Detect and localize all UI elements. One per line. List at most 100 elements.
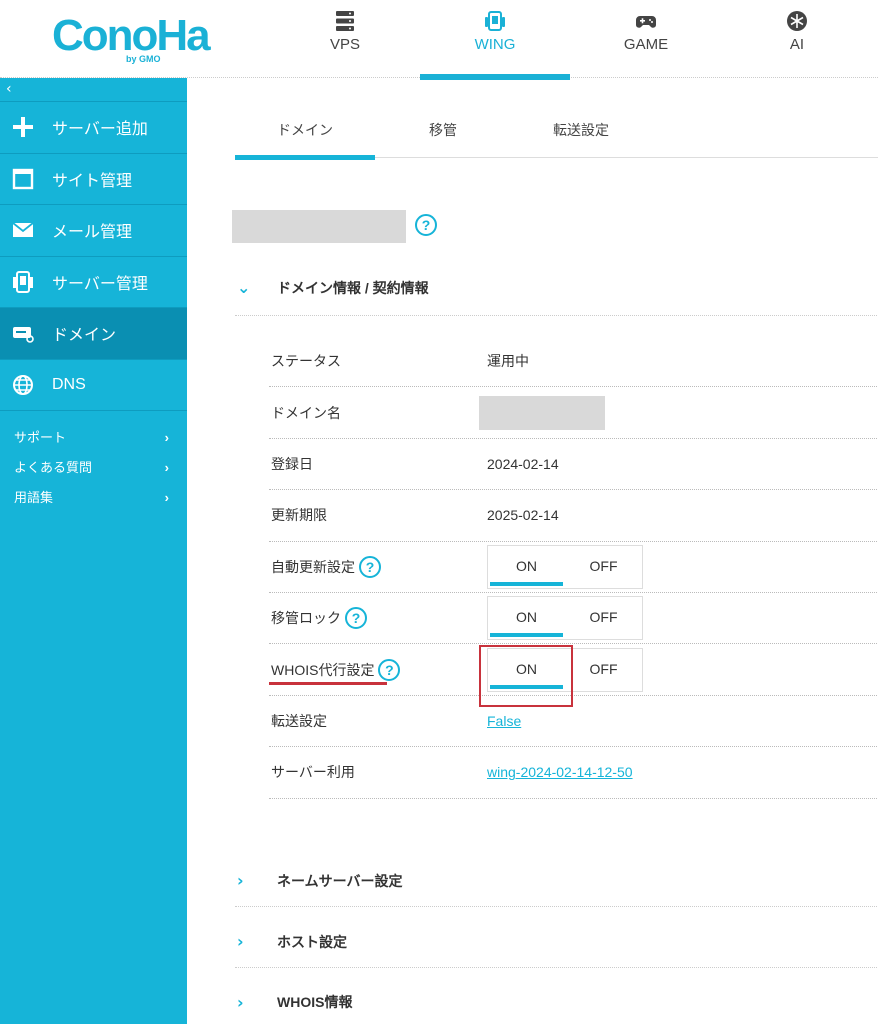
row-label: 更新期限 bbox=[271, 507, 327, 524]
sidebar-links: サポート › よくある質問 › 用語集 › bbox=[0, 411, 187, 517]
sidebar-item-add-server[interactable]: サーバー追加 bbox=[0, 102, 187, 154]
row-registered: 登録日 2024-02-14 bbox=[269, 439, 878, 491]
sidebar-link-label: 用語集 bbox=[14, 490, 54, 505]
row-label: サーバー利用 bbox=[271, 764, 355, 781]
row-renewal: 更新期限 2025-02-14 bbox=[269, 490, 878, 542]
row-label: 自動更新設定 ? bbox=[269, 555, 487, 578]
sidebar-link-glossary[interactable]: 用語集 › bbox=[14, 487, 175, 517]
transfer-lock-off-button[interactable]: OFF bbox=[565, 597, 642, 639]
row-status: ステータス 運用中 bbox=[269, 336, 878, 388]
window-icon bbox=[12, 168, 34, 189]
auto-renew-toggle-wrap: ON OFF bbox=[487, 544, 878, 589]
sidebar-item-label: サーバー管理 bbox=[52, 275, 148, 293]
sidebar-link-support[interactable]: サポート › bbox=[14, 427, 175, 457]
forwarding-value-wrap: False bbox=[487, 713, 878, 729]
main-content: ドメイン 移管 転送設定 ? ⌄ ドメイン情報 / 契約情報 ステータス 運用中… bbox=[187, 78, 878, 1024]
domain-name-value bbox=[479, 395, 878, 430]
row-server-use: サーバー利用 wing-2024-02-14-12-50 bbox=[269, 747, 878, 799]
logo-sub: by GMO bbox=[126, 54, 161, 64]
section-nameserver[interactable]: › ネームサーバー設定 bbox=[235, 855, 878, 907]
forwarding-link[interactable]: False bbox=[487, 713, 521, 729]
renewal-date: 2025-02-14 bbox=[487, 507, 559, 524]
chevron-right-icon: › bbox=[164, 430, 169, 445]
sidebar-item-dns[interactable]: DNS bbox=[0, 360, 187, 411]
auto-renew-toggle: ON OFF bbox=[487, 544, 643, 589]
server-use-link[interactable]: wing-2024-02-14-12-50 bbox=[487, 764, 633, 780]
chevron-right-icon: › bbox=[164, 490, 169, 505]
sidebar-item-label: サイト管理 bbox=[52, 172, 133, 190]
tablet-icon bbox=[485, 11, 505, 31]
nav-ai-label: AI bbox=[789, 36, 805, 53]
sidebar-item-mail-manage[interactable]: メール管理 bbox=[0, 205, 187, 257]
nav-vps-label: VPS bbox=[329, 36, 360, 53]
auto-renew-off-button[interactable]: OFF bbox=[565, 546, 642, 588]
sidebar-item-server-manage[interactable]: サーバー管理 bbox=[0, 257, 187, 308]
globe-icon bbox=[13, 374, 33, 395]
nav-vps[interactable]: VPS bbox=[270, 8, 420, 78]
section-title: ネームサーバー設定 bbox=[277, 872, 403, 889]
transfer-lock-on-button[interactable]: ON bbox=[488, 597, 565, 639]
mail-icon bbox=[12, 222, 34, 238]
help-icon[interactable]: ? bbox=[415, 214, 437, 236]
help-icon[interactable]: ? bbox=[359, 555, 381, 578]
server-use-value-wrap: wing-2024-02-14-12-50 bbox=[487, 764, 878, 780]
transfer-lock-toggle-wrap: ON OFF bbox=[487, 596, 878, 641]
tab-forwarding[interactable]: 転送設定 bbox=[511, 120, 651, 158]
row-whois-proxy: WHOIS代行設定 ? ON OFF bbox=[269, 644, 878, 696]
transfer-lock-toggle: ON OFF bbox=[487, 596, 643, 641]
domain-info-table: ステータス 運用中 ドメイン名 登録日 2024-02-14 更新期限 2025… bbox=[269, 336, 878, 799]
ai-icon bbox=[787, 11, 807, 31]
sidebar-item-site-manage[interactable]: サイト管理 bbox=[0, 154, 187, 205]
chevron-right-icon: › bbox=[164, 460, 169, 475]
server-icon bbox=[336, 11, 354, 31]
top-header: ConoHa by GMO VPS WING GAME AI bbox=[0, 0, 878, 80]
nav-game[interactable]: GAME bbox=[571, 8, 721, 78]
tab-domain[interactable]: ドメイン bbox=[235, 120, 375, 160]
plus-icon bbox=[13, 117, 33, 138]
whois-on-highlight-box bbox=[479, 645, 573, 707]
conoha-logo[interactable]: ConoHa by GMO bbox=[52, 10, 212, 66]
tab-transfer[interactable]: 移管 bbox=[373, 120, 513, 158]
row-domain-name: ドメイン名 bbox=[269, 387, 878, 439]
section-host[interactable]: › ホスト設定 bbox=[235, 916, 878, 968]
row-auto-renew: 自動更新設定 ? ON OFF bbox=[269, 542, 878, 593]
whois-proxy-label: WHOIS代行設定 bbox=[271, 661, 375, 678]
auto-renew-label: 自動更新設定 bbox=[271, 558, 355, 575]
help-icon[interactable]: ? bbox=[378, 658, 401, 681]
sidebar-link-label: サポート bbox=[14, 430, 67, 445]
whois-proxy-off-button[interactable]: OFF bbox=[565, 649, 642, 691]
auto-renew-on-button[interactable]: ON bbox=[488, 546, 565, 588]
sidebar-item-label: ドメイン bbox=[52, 327, 117, 345]
help-icon[interactable]: ? bbox=[345, 607, 367, 630]
chevron-right-icon: › bbox=[237, 871, 244, 890]
server-manage-icon bbox=[13, 270, 33, 293]
nav-game-label: GAME bbox=[623, 36, 669, 53]
status-value: 運用中 bbox=[487, 353, 529, 370]
section-title: ホスト設定 bbox=[277, 933, 347, 950]
row-label: 移管ロック ? bbox=[269, 607, 487, 630]
sidebar-item-domain[interactable]: ドメイン bbox=[0, 308, 187, 360]
nav-wing[interactable]: WING bbox=[420, 8, 570, 80]
whois-label-underline bbox=[269, 682, 387, 685]
nav-ai[interactable]: AI bbox=[722, 8, 872, 78]
sidebar-item-label: サーバー追加 bbox=[52, 121, 148, 139]
section-title: WHOIS情報 bbox=[277, 994, 353, 1010]
section-whois-info[interactable]: › WHOIS情報 bbox=[235, 976, 878, 1028]
chevron-right-icon: › bbox=[237, 992, 244, 1012]
chevron-down-icon: ⌄ bbox=[237, 278, 251, 297]
transfer-lock-label: 移管ロック bbox=[271, 610, 341, 627]
sidebar-collapse-button[interactable]: ‹ bbox=[0, 78, 187, 102]
domain-icon bbox=[13, 327, 34, 344]
sidebar-item-label: DNS bbox=[52, 375, 86, 393]
row-label: 転送設定 bbox=[271, 712, 327, 729]
tab-bar: ドメイン 移管 転送設定 bbox=[235, 116, 878, 160]
nav-wing-label: WING bbox=[474, 36, 516, 53]
chevron-right-icon: › bbox=[237, 932, 244, 951]
redacted-domain-name bbox=[479, 395, 605, 430]
sidebar-item-label: メール管理 bbox=[52, 224, 133, 242]
registered-date: 2024-02-14 bbox=[487, 455, 559, 472]
sidebar-link-faq[interactable]: よくある質問 › bbox=[14, 457, 175, 487]
row-transfer-lock: 移管ロック ? ON OFF bbox=[269, 593, 878, 645]
section-domain-info[interactable]: ⌄ ドメイン情報 / 契約情報 bbox=[235, 260, 878, 316]
row-label: 登録日 bbox=[271, 455, 313, 472]
